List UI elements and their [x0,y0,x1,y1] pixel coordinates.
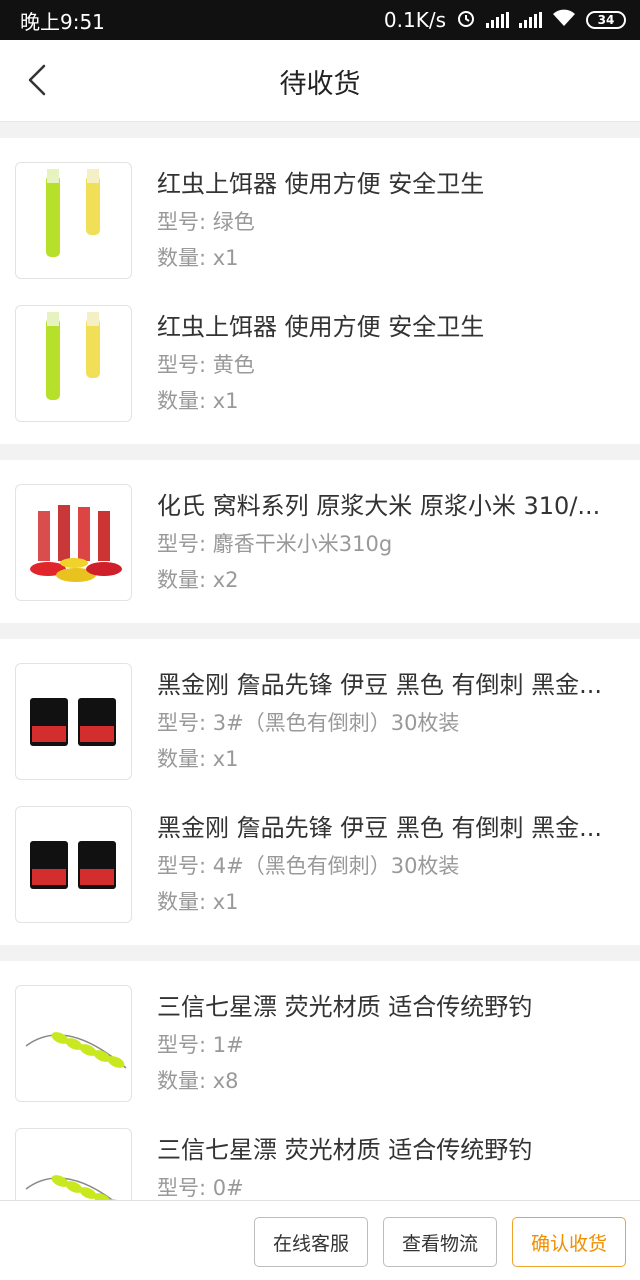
status-indicators: 0.1K/s 34 [384,8,626,33]
status-bar: 晚上9:51 0.1K/s 34 [0,0,640,40]
product-spec: 型号: 3#（黑色有倒刺）30枚装 [157,711,460,735]
product-spec: 型号: 0# [157,1176,244,1200]
product-image [15,806,132,923]
product-image [15,985,132,1102]
product-name: 红虫上饵器 使用方便 安全卫生 [157,170,485,198]
product-name: 黑金刚 詹品先锋 伊豆 黑色 有倒刺 黑金... [157,814,603,842]
order-items-list[interactable]: 红虫上饵器 使用方便 安全卫生 型号: 绿色 数量: x1 红虫上饵器 使用方便… [0,122,640,1200]
product-quantity: 数量: x1 [157,246,239,270]
product-name: 化氏 窝料系列 原浆大米 原浆小米 310/... [157,492,601,520]
product-quantity: 数量: x8 [157,1069,239,1093]
order-group: 黑金刚 詹品先锋 伊豆 黑色 有倒刺 黑金... 型号: 3#（黑色有倒刺）30… [0,639,640,945]
product-name: 三信七星漂 荧光材质 适合传统野钓 [157,993,533,1021]
order-group: 红虫上饵器 使用方便 安全卫生 型号: 绿色 数量: x1 红虫上饵器 使用方便… [0,138,640,444]
list-item[interactable]: 三信七星漂 荧光材质 适合传统野钓 型号: 0# [0,1104,640,1200]
product-name: 三信七星漂 荧光材质 适合传统野钓 [157,1136,533,1164]
list-item[interactable]: 黑金刚 詹品先锋 伊豆 黑色 有倒刺 黑金... 型号: 4#（黑色有倒刺）30… [0,782,640,925]
product-image [15,1128,132,1200]
status-time: 晚上9:51 [20,9,105,34]
signal-icon-2 [519,12,542,28]
list-item[interactable]: 红虫上饵器 使用方便 安全卫生 型号: 黄色 数量: x1 [0,281,640,424]
product-image [15,484,132,601]
signal-icon [486,12,509,28]
customer-service-button[interactable]: 在线客服 [254,1217,368,1267]
view-logistics-button[interactable]: 查看物流 [383,1217,497,1267]
order-group: 化氏 窝料系列 原浆大米 原浆小米 310/... 型号: 麝香干米小米310g… [0,460,640,623]
nav-bar: 待收货 [0,40,640,122]
product-spec: 型号: 绿色 [157,210,255,234]
alarm-icon [456,8,476,33]
bottom-action-bar: 在线客服 查看物流 确认收货 [0,1200,640,1280]
product-spec: 型号: 1# [157,1033,244,1057]
list-item[interactable]: 黑金刚 詹品先锋 伊豆 黑色 有倒刺 黑金... 型号: 3#（黑色有倒刺）30… [0,639,640,782]
battery-icon: 34 [586,11,626,29]
product-quantity: 数量: x1 [157,890,239,914]
network-speed: 0.1K/s [383,8,446,32]
product-image [15,663,132,780]
list-item[interactable]: 化氏 窝料系列 原浆大米 原浆小米 310/... 型号: 麝香干米小米310g… [0,460,640,603]
product-image [15,305,132,422]
product-quantity: 数量: x2 [157,568,239,592]
list-item[interactable]: 红虫上饵器 使用方便 安全卫生 型号: 绿色 数量: x1 [0,138,640,281]
product-image [15,162,132,279]
list-item[interactable]: 三信七星漂 荧光材质 适合传统野钓 型号: 1# 数量: x8 [0,961,640,1104]
wifi-icon [552,8,576,32]
confirm-receipt-button[interactable]: 确认收货 [512,1217,626,1267]
product-spec: 型号: 黄色 [157,353,255,377]
product-name: 红虫上饵器 使用方便 安全卫生 [157,313,485,341]
order-group: 三信七星漂 荧光材质 适合传统野钓 型号: 1# 数量: x8 三信七星漂 荧光… [0,961,640,1200]
product-spec: 型号: 麝香干米小米310g [157,532,393,556]
product-quantity: 数量: x1 [157,389,239,413]
page-title: 待收货 [279,69,361,100]
product-spec: 型号: 4#（黑色有倒刺）30枚装 [157,854,460,878]
product-name: 黑金刚 詹品先锋 伊豆 黑色 有倒刺 黑金... [157,671,603,699]
product-quantity: 数量: x1 [157,747,239,771]
